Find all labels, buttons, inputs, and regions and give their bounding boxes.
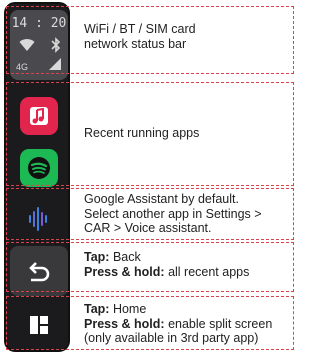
tap-action: Back [112,250,141,264]
tap-action: Home [112,302,147,316]
status-bar-annotation: WiFi / BT / SIM card network status bar [84,22,196,51]
annotation-line: network status bar [84,36,187,51]
tap-label: Tap: [84,302,110,316]
annotation-line: CAR > Voice assistant. [84,221,212,235]
annotation-line: Select another app in Settings > [84,206,262,221]
annotation-line: WiFi / BT / SIM card [84,22,196,36]
home-annotation: Tap: Home Press & hold: enable split scr… [84,302,272,346]
annotation-note: (only available in 3rd party app) [84,331,259,345]
hold-action: enable split screen [168,316,273,331]
hold-label: Press & hold: [84,316,165,331]
back-annotation: Tap: Back Press & hold: all recent apps [84,250,249,279]
hold-label: Press & hold: [84,264,165,279]
assistant-annotation: Google Assistant by default. Select anot… [84,192,262,236]
annotation-line: Recent running apps [84,126,200,140]
recent-apps-annotation: Recent running apps [84,126,199,141]
annotation-line: Google Assistant by default. [84,192,239,206]
hold-action: all recent apps [168,264,250,279]
tap-label: Tap: [84,250,110,264]
